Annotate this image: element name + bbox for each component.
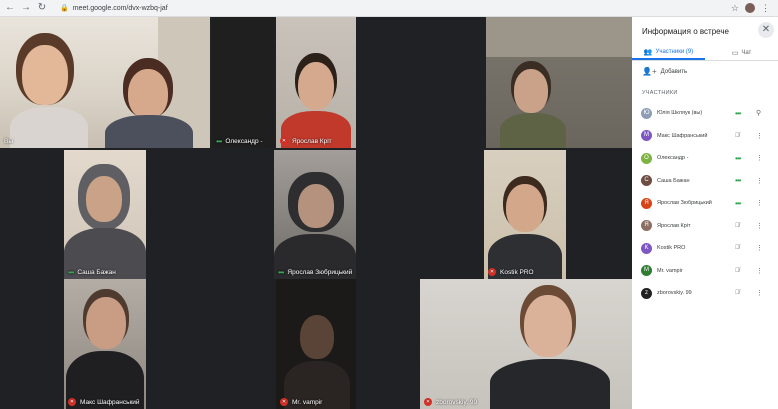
video-tile[interactable] xyxy=(486,17,632,148)
avatar: Я xyxy=(641,197,652,209)
mic-off-icon: 🎙̸ xyxy=(735,132,740,139)
participant-row[interactable]: Ю Юлія Шкляук (вы) ••• ⚲ xyxy=(632,102,778,125)
mic-off-icon: 🎙̸ xyxy=(735,222,740,229)
meeting-details-panel: Информация о встрече ✕ 👥 Участники (9) ▭… xyxy=(632,17,778,409)
more-icon[interactable]: ⋮ xyxy=(756,177,763,185)
mic-off-icon: ✕ xyxy=(280,398,288,406)
avatar: Я xyxy=(641,220,652,232)
mic-off-icon: 🎙̸ xyxy=(735,290,740,297)
back-icon[interactable]: ← xyxy=(4,2,16,14)
people-icon: 👥 xyxy=(643,48,653,56)
video-tile[interactable]: ✕ Макс Шафранський xyxy=(64,279,146,409)
lock-icon: 🔒 xyxy=(60,5,69,12)
participant-name: Ярослав Зюбрицький xyxy=(657,200,712,207)
speaking-indicator-icon: ••• xyxy=(735,176,741,186)
tile-name-label: ✕ zborovskiy. 99 xyxy=(424,398,478,406)
tab-participants[interactable]: 👥 Участники (9) xyxy=(632,45,705,60)
avatar: С xyxy=(641,175,652,187)
video-tile[interactable]: ••• Саша Бажан xyxy=(64,150,146,279)
more-icon[interactable]: ⋮ xyxy=(756,199,763,207)
participant-list: Ю Юлія Шкляук (вы) ••• ⚲ М Макс Шафрансь… xyxy=(632,102,778,305)
avatar: М xyxy=(641,130,652,142)
video-tile[interactable]: ✕ Ярослав Кріт xyxy=(276,17,356,148)
speaking-indicator-icon: ••• xyxy=(278,267,284,277)
tile-name-label: ✕ Mr. vampir xyxy=(280,398,323,406)
tile-name-label: ✕ Kostik PRO xyxy=(488,268,534,276)
participant-row[interactable]: О Олександр - ••• ⋮ xyxy=(632,147,778,170)
bookmark-star-icon[interactable]: ☆ xyxy=(731,3,739,14)
video-tile[interactable]: ••• Ярослав Зюбрицький xyxy=(274,150,356,279)
address-bar[interactable]: 🔒 meet.google.com/dvx-wzbq-jaf xyxy=(54,2,174,14)
more-icon[interactable]: ⋮ xyxy=(756,154,763,162)
participant-row[interactable]: С Саша Бажан ••• ⋮ xyxy=(632,170,778,193)
add-person-icon: 👤+ xyxy=(642,67,657,76)
browser-menu-icon[interactable]: ⋮ xyxy=(761,3,770,13)
participant-row[interactable]: K Kostik PRO 🎙̸ ⋮ xyxy=(632,237,778,260)
avatar: K xyxy=(641,242,652,254)
participant-row[interactable]: Я Ярослав Кріт 🎙̸ ⋮ xyxy=(632,215,778,238)
video-grid: Вы ••• Олександр - ✕ Ярослав Кріт ••• Са… xyxy=(0,17,632,409)
reload-icon[interactable]: ↻ xyxy=(36,2,48,14)
tile-name-label: ••• Саша Бажан xyxy=(68,267,116,277)
tile-name-label: ••• Ярослав Зюбрицький xyxy=(278,267,353,277)
add-people-button[interactable]: 👤+ Добавить xyxy=(632,61,778,82)
participant-row[interactable]: M Mr. vampir 🎙̸ ⋮ xyxy=(632,260,778,283)
participant-name: Юлія Шкляук (вы) xyxy=(657,110,703,117)
more-icon[interactable]: ⋮ xyxy=(756,222,763,230)
mic-off-icon: ✕ xyxy=(280,137,288,145)
mic-off-icon: 🎙̸ xyxy=(735,267,740,274)
participant-row[interactable]: Я Ярослав Зюбрицький ••• ⋮ xyxy=(632,192,778,215)
participant-row[interactable]: М Макс Шафранський 🎙̸ ⋮ xyxy=(632,125,778,148)
tile-name-label: ✕ Макс Шафранський xyxy=(68,398,140,406)
browser-toolbar: ← → ↻ 🔒 meet.google.com/dvx-wzbq-jaf ☆ ⋮ xyxy=(0,0,778,17)
participant-name: zborovskiy. 99 xyxy=(657,290,692,297)
participants-section-label: УЧАСТНИКИ xyxy=(642,90,678,96)
participant-name: Саша Бажан xyxy=(657,177,690,184)
participant-name: Ярослав Кріт xyxy=(657,222,691,229)
forward-icon[interactable]: → xyxy=(20,2,32,14)
chat-icon: ▭ xyxy=(731,49,739,57)
url-text: meet.google.com/dvx-wzbq-jaf xyxy=(72,4,168,12)
video-tile-you[interactable]: Вы xyxy=(0,17,210,148)
speaking-indicator-icon: ••• xyxy=(216,136,222,146)
avatar: z xyxy=(641,287,652,299)
tile-name-label: ✕ Ярослав Кріт xyxy=(280,137,332,145)
video-tile[interactable]: ✕ Mr. vampir xyxy=(276,279,356,409)
more-icon[interactable]: ⋮ xyxy=(756,132,763,140)
participant-row[interactable]: z zborovskiy. 99 🎙̸ ⋮ xyxy=(632,282,778,305)
speaking-indicator-icon: ••• xyxy=(68,267,74,277)
video-tile[interactable]: ✕ Kostik PRO xyxy=(484,150,566,279)
speaking-indicator-icon: ••• xyxy=(735,198,741,208)
tab-chat[interactable]: ▭ Чат xyxy=(705,45,778,60)
tile-name-label: ••• Олександр - xyxy=(216,136,263,146)
more-icon[interactable]: ⋮ xyxy=(756,267,763,275)
close-icon[interactable]: ✕ xyxy=(758,22,774,38)
panel-tabs: 👥 Участники (9) ▭ Чат xyxy=(632,45,778,61)
pin-icon[interactable]: ⚲ xyxy=(756,109,761,117)
speaking-indicator-icon: ••• xyxy=(735,153,741,163)
speaking-indicator-icon: ••• xyxy=(735,108,741,118)
participant-name: Mr. vampir xyxy=(657,267,683,274)
mic-off-icon: ✕ xyxy=(424,398,432,406)
participant-name: Kostik PRO xyxy=(657,245,686,252)
mic-off-icon: 🎙̸ xyxy=(735,245,740,252)
panel-title: Информация о встрече xyxy=(642,26,729,36)
tile-name-label: Вы xyxy=(4,138,14,145)
participant-name: Олександр - xyxy=(657,155,689,162)
avatar: M xyxy=(641,265,652,277)
profile-avatar[interactable] xyxy=(745,3,755,13)
avatar: О xyxy=(641,152,652,164)
more-icon[interactable]: ⋮ xyxy=(756,244,763,252)
avatar: Ю xyxy=(641,107,652,119)
video-tile[interactable]: ••• Олександр - xyxy=(212,17,274,148)
participant-name: Макс Шафранський xyxy=(657,132,708,139)
more-icon[interactable]: ⋮ xyxy=(756,289,763,297)
mic-off-icon: ✕ xyxy=(68,398,76,406)
mic-off-icon: ✕ xyxy=(488,268,496,276)
video-tile[interactable]: ✕ zborovskiy. 99 xyxy=(420,279,632,409)
